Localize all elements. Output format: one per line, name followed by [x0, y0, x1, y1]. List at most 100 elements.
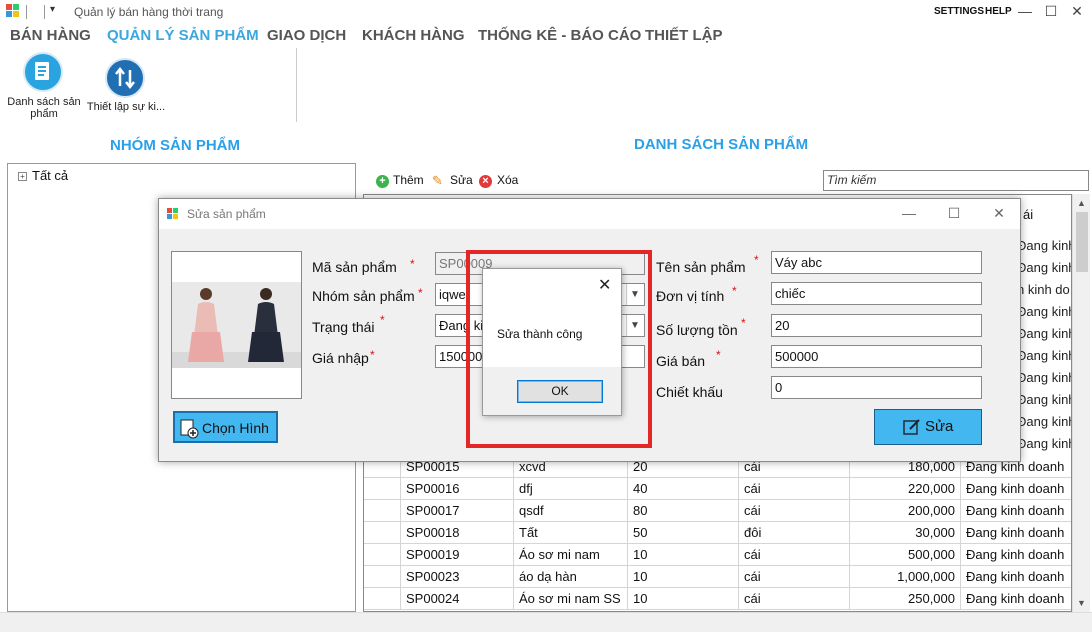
row-header[interactable]: [364, 522, 401, 544]
edit-icon: ✎: [432, 173, 443, 188]
table-cell-code: SP00024: [401, 588, 514, 610]
save-button-label: Sửa: [925, 418, 954, 435]
import-price-label: Giá nhập: [312, 350, 369, 366]
table-cell-qty: 40: [628, 478, 739, 500]
scroll-up-icon[interactable]: ▲: [1077, 198, 1086, 208]
table-cell-code: SP00016: [401, 478, 514, 500]
table-cell-unit: cái: [739, 566, 850, 588]
table-cell-price: 220,000: [850, 478, 961, 500]
table-row[interactable]: SP00017 qsdf 80 cái 200,000 Đang kinh doanh: [364, 500, 1071, 522]
tab-ban-hang[interactable]: BÁN HÀNG: [10, 27, 91, 44]
partial-status-column: Đang kinh doanh Đang kinh doanh n kinh d…: [1017, 235, 1071, 455]
tree-node-all[interactable]: Tất cả: [32, 168, 68, 183]
event-setup-button[interactable]: Thiết lập sự ki...: [86, 58, 166, 118]
scroll-thumb[interactable]: [1076, 212, 1088, 272]
help-link[interactable]: HELP: [985, 6, 1012, 17]
tab-thiet-lap[interactable]: THIẾT LẬP: [645, 27, 723, 44]
dialog-minimize-button[interactable]: —: [899, 205, 919, 221]
delete-button[interactable]: Xóa: [497, 173, 518, 187]
product-list-label: Danh sách sản phẩm: [7, 96, 81, 120]
table-cell-qty: 10: [628, 566, 739, 588]
table-cell-status: Đang kinh doanh: [961, 588, 1071, 610]
row-header[interactable]: [364, 566, 401, 588]
minimize-button[interactable]: —: [1014, 2, 1036, 20]
search-input[interactable]: Tìm kiếm: [823, 170, 1089, 191]
tab-thong-ke-bao-cao[interactable]: THỐNG KÊ - BÁO CÁO: [478, 27, 641, 44]
scroll-down-icon[interactable]: ▼: [1077, 598, 1086, 608]
row-header[interactable]: [364, 500, 401, 522]
product-photo: [171, 251, 302, 399]
add-image-icon: [179, 419, 199, 442]
tab-quan-ly-san-pham[interactable]: QUẢN LÝ SẢN PHẨM: [107, 27, 259, 44]
discount-field[interactable]: 0: [771, 376, 982, 399]
name-field[interactable]: Váy abc: [771, 251, 982, 274]
table-cell-unit: cái: [739, 588, 850, 610]
required-mark: *: [380, 313, 385, 327]
sale-price-field[interactable]: 500000: [771, 345, 982, 368]
red-highlight-box: [466, 250, 652, 448]
table-row[interactable]: SP00018 Tất 50 đôi 30,000 Đang kinh doanh: [364, 522, 1071, 544]
required-mark: *: [716, 348, 721, 362]
group-label: Nhóm sản phẩm: [312, 288, 415, 304]
event-setup-label: Thiết lập sự ki...: [86, 101, 166, 113]
row-header[interactable]: [364, 544, 401, 566]
event-setup-icon: [105, 58, 145, 98]
table-cell-code: SP00019: [401, 544, 514, 566]
choose-image-label: Chọn Hình: [202, 420, 269, 436]
quick-access-dropdown-icon[interactable]: ▾: [50, 4, 55, 15]
grid-scrollbar[interactable]: ▲ ▼: [1072, 194, 1090, 612]
required-mark: *: [370, 348, 375, 362]
dialog-maximize-button[interactable]: ☐: [944, 205, 964, 222]
table-cell-name: dfj: [514, 478, 628, 500]
add-button[interactable]: Thêm: [393, 173, 424, 187]
window-titlebar: ▾ Quản lý bán hàng thời trang SETTINGS H…: [0, 0, 1092, 24]
table-cell-name: Áo sơ mi nam: [514, 544, 628, 566]
sale-price-label: Giá bán: [656, 353, 706, 369]
table-cell-code: SP00018: [401, 522, 514, 544]
table-cell-price: 1,000,000: [850, 566, 961, 588]
table-cell-status: Đang kinh doanh: [961, 500, 1071, 522]
choose-image-button[interactable]: Chọn Hình: [173, 411, 278, 443]
add-icon: +: [376, 175, 389, 188]
table-cell-status: Đang kinh doanh: [961, 544, 1071, 566]
table-cell-unit: đôi: [739, 522, 850, 544]
required-mark: *: [754, 253, 759, 267]
table-cell-qty: 50: [628, 522, 739, 544]
status-cell: Đang kinh doanh: [1017, 326, 1071, 341]
table-cell-unit: cái: [739, 500, 850, 522]
dialog-close-button[interactable]: ✕: [989, 205, 1009, 222]
settings-link[interactable]: SETTINGS: [934, 6, 984, 17]
table-cell-name: Áo sơ mi nam SS: [514, 588, 628, 610]
table-cell-unit: cái: [739, 544, 850, 566]
table-cell-status: Đang kinh doanh: [961, 566, 1071, 588]
delete-icon: ×: [479, 175, 492, 188]
status-cell: Đang kinh doanh: [1017, 304, 1071, 319]
tab-giao-dich[interactable]: GIAO DỊCH: [267, 27, 346, 44]
status-bar: [0, 612, 1092, 632]
row-header[interactable]: [364, 478, 401, 500]
table-row[interactable]: SP00019 Áo sơ mi nam 10 cái 500,000 Đang kinh…: [364, 544, 1071, 566]
table-cell-code: SP00023: [401, 566, 514, 588]
group-select-value: iqwe: [439, 287, 466, 302]
unit-field[interactable]: chiếc: [771, 282, 982, 305]
save-button[interactable]: Sửa: [874, 409, 982, 445]
dialog-titlebar: Sửa sản phẩm — ☐ ✕: [159, 199, 1020, 229]
edit-button[interactable]: Sửa: [450, 173, 473, 187]
required-mark: *: [410, 257, 415, 271]
table-cell-status: Đang kinh doanh: [961, 478, 1071, 500]
row-header[interactable]: [364, 588, 401, 610]
table-row[interactable]: SP00023 áo dạ hàn 10 cái 1,000,000 Đang kinh …: [364, 566, 1071, 588]
table-row[interactable]: SP00016 dfj 40 cái 220,000 Đang kinh doanh: [364, 478, 1071, 500]
product-group-title: NHÓM SẢN PHẨM: [110, 137, 240, 154]
quick-access-separator: [44, 5, 45, 19]
table-row[interactable]: SP00024 Áo sơ mi nam SS 10 cái 250,000 Đang k…: [364, 588, 1071, 610]
expand-icon[interactable]: +: [18, 172, 27, 181]
name-label: Tên sản phẩm: [656, 259, 746, 275]
stock-field[interactable]: 20: [771, 314, 982, 337]
product-list-button[interactable]: Danh sách sản phẩm: [3, 52, 85, 122]
close-button[interactable]: ✕: [1066, 2, 1088, 20]
required-mark: *: [418, 286, 423, 300]
maximize-button[interactable]: ☐: [1040, 2, 1062, 20]
status-cell: Đang kinh doanh: [1017, 348, 1071, 363]
tab-khach-hang[interactable]: KHÁCH HÀNG: [362, 27, 465, 44]
